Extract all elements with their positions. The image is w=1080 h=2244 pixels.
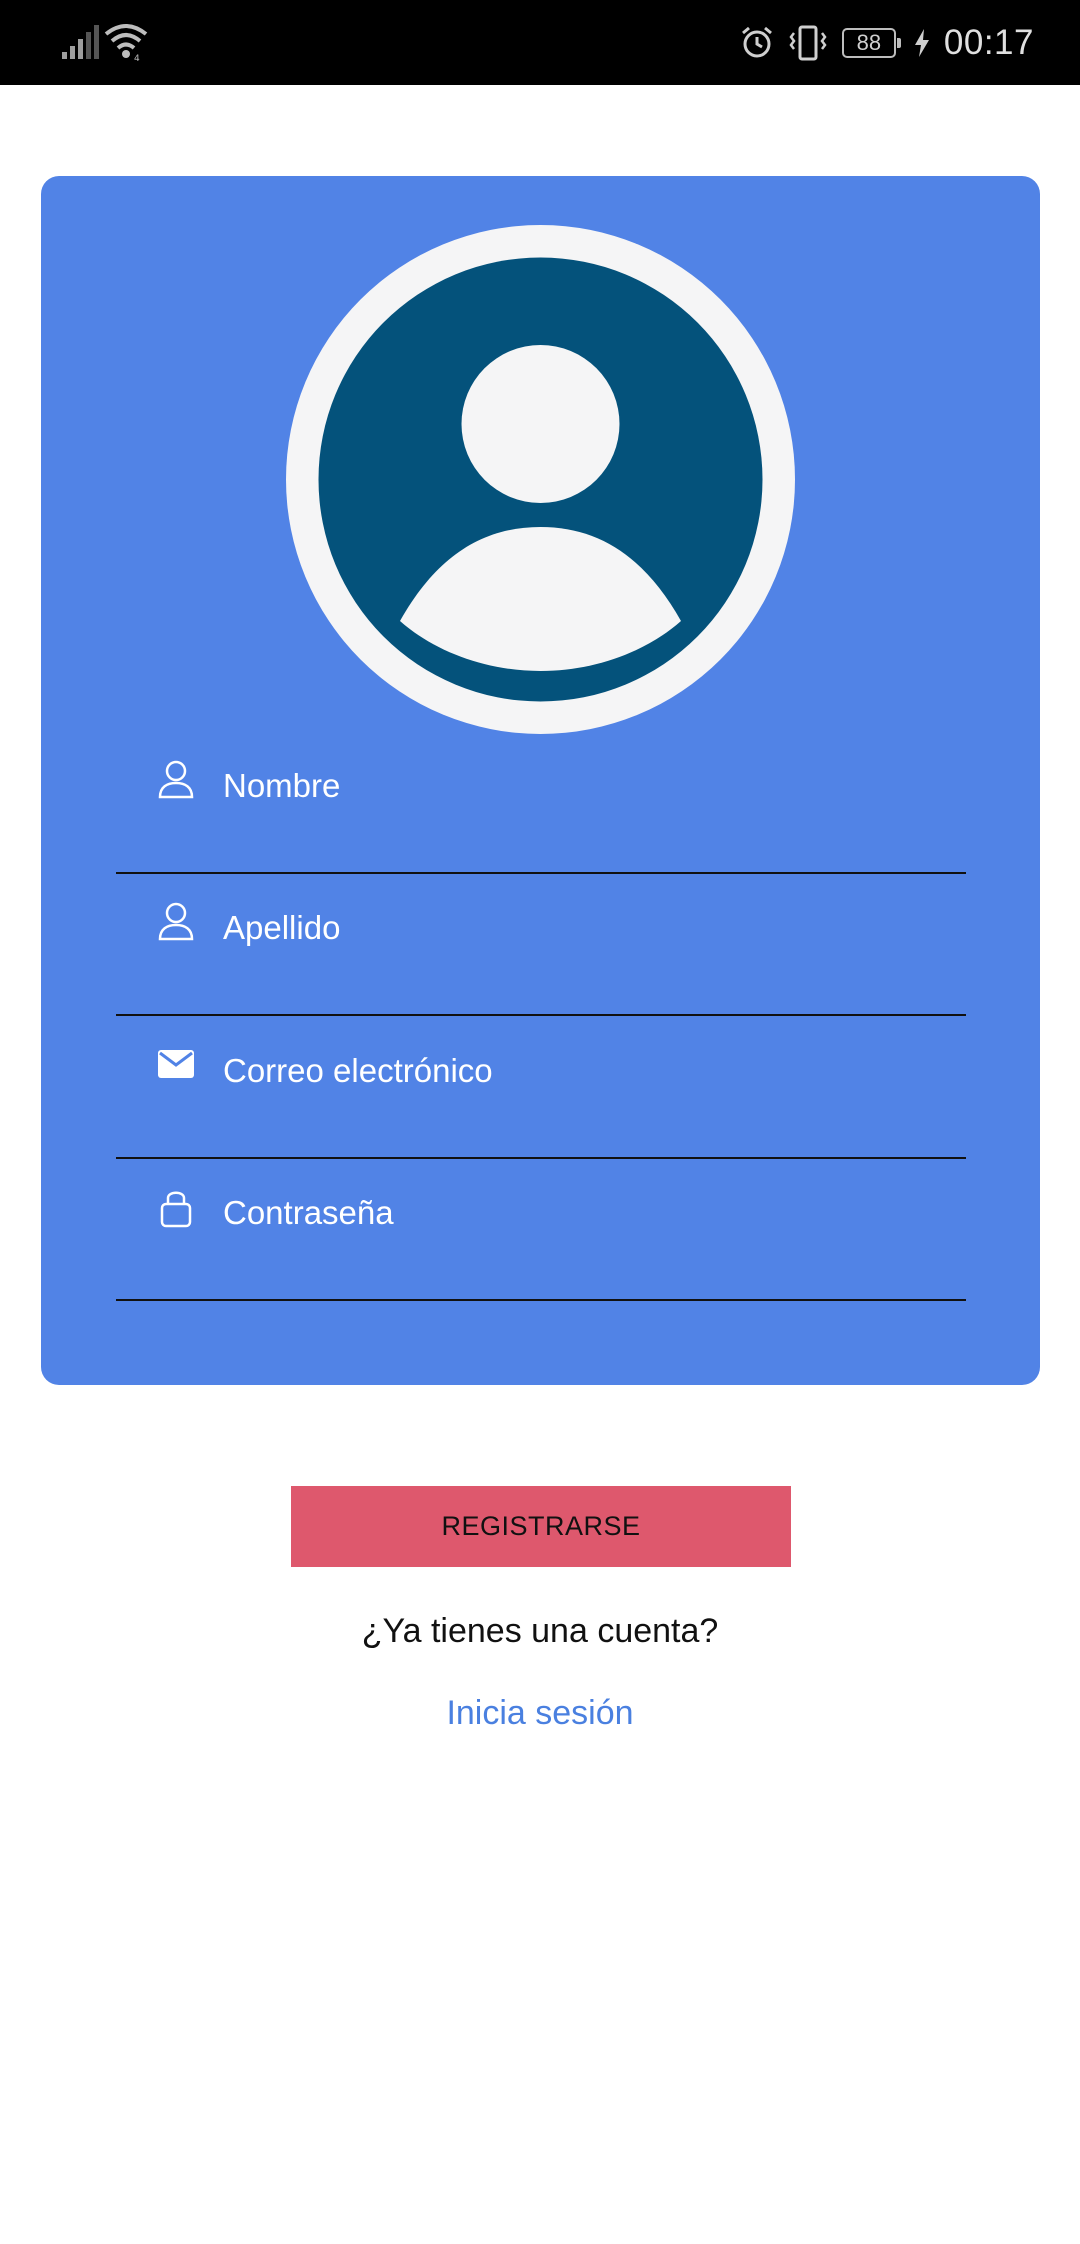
person-icon — [158, 760, 194, 799]
vibrate-icon — [789, 25, 827, 61]
login-link[interactable]: Inicia sesión — [0, 1694, 1080, 1733]
password-placeholder: Contraseña — [223, 1194, 394, 1231]
last-name-placeholder: Apellido — [223, 909, 341, 946]
status-bar: 4 88 00:17 — [0, 0, 1080, 85]
person-icon — [158, 902, 194, 941]
register-card: Nombre Apellido Correo electrónico Contr… — [41, 176, 1040, 1385]
account-prompt: ¿Ya tienes una cuenta? — [361, 1612, 719, 1650]
charging-icon — [914, 29, 929, 57]
clock-time: 00:17 — [943, 23, 1034, 62]
last-name-field[interactable]: Apellido — [116, 873, 966, 1016]
alarm-icon — [741, 26, 772, 58]
first-name-field[interactable]: Nombre — [116, 731, 966, 874]
svg-text:4: 4 — [134, 54, 140, 62]
battery-icon: 88 — [841, 28, 901, 58]
email-field[interactable]: Correo electrónico — [116, 1016, 966, 1159]
lock-icon — [160, 1191, 192, 1228]
wifi-icon: 4 — [104, 24, 148, 62]
mail-icon — [158, 1050, 194, 1078]
signal-icon — [62, 25, 99, 59]
first-name-placeholder: Nombre — [223, 767, 341, 804]
user-avatar-icon[interactable] — [286, 225, 795, 734]
email-placeholder: Correo electrónico — [223, 1052, 493, 1089]
password-field[interactable]: Contraseña — [116, 1158, 966, 1301]
register-button[interactable]: REGISTRARSE — [291, 1486, 791, 1567]
